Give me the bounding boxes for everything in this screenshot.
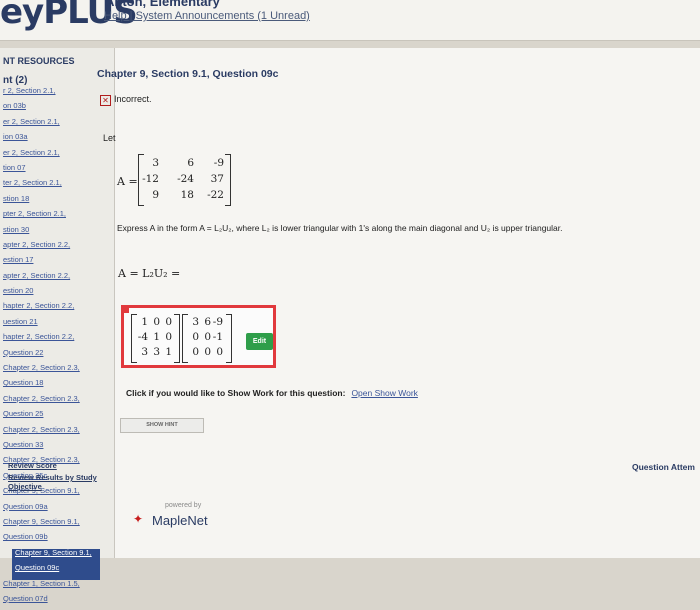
u-matrix-cell: -1 bbox=[212, 331, 223, 343]
sidebar-item[interactable]: Question 07d bbox=[0, 595, 112, 610]
top-bar: eyPLUS Anton, Elementary Help | System A… bbox=[0, 0, 700, 41]
l-matrix-cell: 0 bbox=[165, 316, 172, 328]
sidebar-item[interactable]: Chapter 2, Section 2.3, bbox=[0, 395, 112, 410]
sidebar-item[interactable]: uestion 21 bbox=[0, 318, 112, 333]
sidebar-item[interactable]: stion 30 bbox=[0, 226, 112, 241]
sidebar-item[interactable]: on 03b bbox=[0, 102, 112, 117]
let-label: Let bbox=[103, 133, 116, 143]
sidebar-item[interactable]: stion 18 bbox=[0, 195, 112, 210]
matrix-a-cell: -22 bbox=[207, 189, 224, 201]
user-name: Anton, Elementary bbox=[105, 0, 220, 9]
u-matrix-cell: -9 bbox=[212, 316, 223, 328]
show-work-text: Click if you would like to Show Work for… bbox=[126, 388, 346, 398]
sidebar-item[interactable]: Question 09c bbox=[12, 564, 100, 580]
review-score-link[interactable]: Review Score bbox=[8, 461, 57, 470]
matrix-a-label: A = bbox=[117, 175, 138, 188]
sidebar-item[interactable]: er 2, Section 2.1, bbox=[0, 149, 112, 164]
question-attempts-label: Question Attem bbox=[632, 462, 695, 472]
powered-by-text: powered by bbox=[165, 502, 202, 509]
sidebar-item[interactable]: ter 2, Section 2.1, bbox=[0, 179, 112, 194]
main-content bbox=[115, 48, 700, 558]
sidebar-title: NT RESOURCES bbox=[3, 56, 75, 66]
sidebar-item[interactable]: Question 22 bbox=[0, 349, 112, 364]
sidebar-item[interactable]: estion 20 bbox=[0, 287, 112, 302]
answer-label: A = L₂U₂ = bbox=[118, 267, 181, 280]
sidebar-item[interactable]: apter 2, Section 2.2, bbox=[0, 241, 112, 256]
sidebar-item[interactable]: Chapter 9, Section 9.1, bbox=[0, 518, 112, 533]
flag-icon bbox=[124, 308, 129, 313]
show-hint-button[interactable]: SHOW HINT bbox=[120, 418, 204, 433]
sidebar: NT RESOURCES nt (2) r 2, Section 2.1, on … bbox=[0, 48, 118, 602]
matrix-a-cell: 3 bbox=[152, 157, 159, 169]
status-badge: ✕ Incorrect. bbox=[100, 94, 152, 106]
sidebar-item[interactable]: Question 33 bbox=[0, 441, 112, 456]
sidebar-item[interactable]: hapter 2, Section 2.2, bbox=[0, 302, 112, 317]
sidebar-item[interactable]: Chapter 2, Section 2.3, bbox=[0, 364, 112, 379]
matrix-a-cell: 18 bbox=[180, 189, 194, 201]
sidebar-item[interactable]: er 2, Section 2.1, bbox=[0, 118, 112, 133]
matrix-a-cell: -9 bbox=[213, 157, 224, 169]
sidebar-item[interactable]: Question 18 bbox=[0, 379, 112, 394]
question-title: Chapter 9, Section 9.1, Question 09c bbox=[97, 68, 279, 80]
review-results-link[interactable]: Review Results by Study Objective bbox=[8, 473, 118, 491]
sidebar-subtitle: nt (2) bbox=[3, 75, 28, 86]
sidebar-item[interactable]: Chapter 2, Section 2.3, bbox=[0, 426, 112, 441]
matrix-a-cell: 9 bbox=[152, 189, 159, 201]
instruction-text: Express A in the form A = L₂U₂, where L₂… bbox=[117, 223, 563, 233]
sidebar-item[interactable]: tion 07 bbox=[0, 164, 112, 179]
sidebar-item[interactable]: Chapter 9, Section 9.1, bbox=[12, 548, 100, 565]
matrix-a-cell: -24 bbox=[177, 173, 194, 185]
open-show-work-link[interactable]: Open Show Work bbox=[351, 388, 417, 398]
sidebar-item[interactable]: Question 25 bbox=[0, 410, 112, 425]
matrix-a-right-bracket bbox=[225, 154, 231, 206]
sidebar-item[interactable]: Question 09a bbox=[0, 503, 112, 518]
maple-leaf-icon: ✦ bbox=[133, 512, 144, 526]
matrix-a-cell: 37 bbox=[210, 173, 224, 185]
sidebar-item[interactable]: estion 17 bbox=[0, 256, 112, 271]
sidebar-item[interactable]: ion 03a bbox=[0, 133, 112, 148]
show-work-row: Click if you would like to Show Work for… bbox=[126, 388, 418, 398]
sidebar-item[interactable]: hapter 2, Section 2.2, bbox=[0, 333, 112, 348]
sidebar-item[interactable]: Chapter 1, Section 1.5, bbox=[0, 580, 112, 595]
matrix-a-cell: 6 bbox=[187, 157, 194, 169]
u-matrix-right-bracket bbox=[226, 314, 232, 363]
l-matrix-cell: 1 bbox=[165, 346, 172, 358]
maplenet-logo: MapleNet bbox=[152, 513, 208, 528]
sidebar-assignment-list: r 2, Section 2.1, on 03b er 2, Section 2.1… bbox=[0, 87, 112, 610]
u-matrix-cell: 0 bbox=[216, 346, 223, 358]
l-matrix-cell: 0 bbox=[165, 331, 172, 343]
x-icon: ✕ bbox=[100, 95, 111, 106]
matrix-a-cell: -12 bbox=[142, 173, 159, 185]
sidebar-item[interactable]: r 2, Section 2.1, bbox=[0, 87, 112, 102]
sidebar-item[interactable]: pter 2, Section 2.1, bbox=[0, 210, 112, 225]
sidebar-item[interactable]: Question 09b bbox=[0, 533, 112, 548]
sidebar-item[interactable]: apter 2, Section 2.2, bbox=[0, 272, 112, 287]
status-text: Incorrect. bbox=[114, 94, 152, 104]
header-links[interactable]: Help | System Announcements (1 Unread) bbox=[104, 10, 310, 22]
edit-button[interactable]: Edit bbox=[246, 333, 273, 350]
